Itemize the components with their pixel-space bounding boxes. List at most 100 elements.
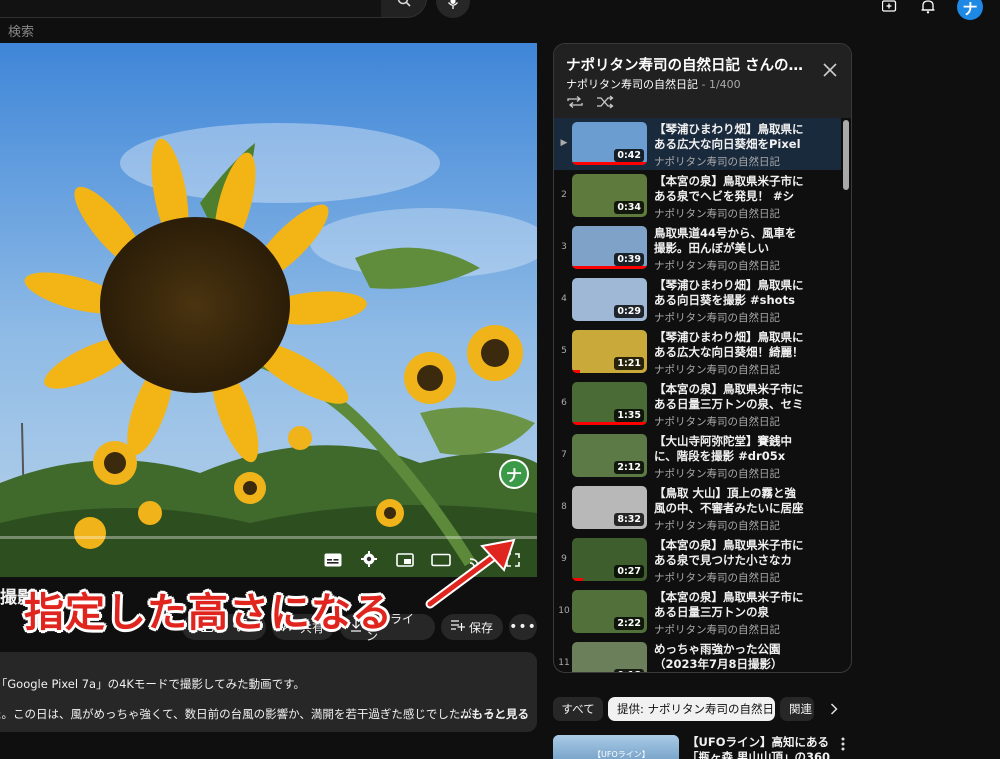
playlist-item-thumbnail[interactable]: 0:18 — [572, 642, 647, 672]
playlist-item-title: 【大山寺阿弥陀堂】賽銭中に、階段を撮影 #dr05x — [654, 434, 792, 463]
playlist-item-title: めっちゃ雨強かった公園（2023年7月8日撮影） #4k — [654, 642, 783, 671]
playlist-item-index: 8 — [561, 502, 567, 512]
playlist-item-thumbnail[interactable]: 0:27 — [572, 538, 647, 581]
playlist-item-channel: ナポリタン寿司の自然日記 — [654, 572, 780, 584]
miniplayer-button[interactable] — [395, 551, 415, 571]
playlist-item[interactable]: ▶ 0:42 【琴浦ひまわり畑】鳥取県にある広大な向日葵畑をPixel 7a… ナポリ… — [554, 118, 841, 170]
duration-badge: 8:32 — [614, 513, 644, 526]
chevron-right-icon — [830, 700, 838, 719]
show-more-link[interactable]: …もっと見る — [460, 706, 529, 722]
playlist-item-channel: ナポリタン寿司の自然日記 — [654, 468, 780, 480]
playlist-item-index: 2 — [561, 190, 567, 200]
playlist-item[interactable]: 9 0:27 【本宮の泉】鳥取県米子市にある泉で見つけた小さなカニ！ ナポリタン寿司の… — [554, 534, 841, 586]
create-button[interactable] — [880, 0, 900, 16]
playlist-item-thumbnail[interactable]: 1:35 — [572, 382, 647, 425]
playlist-item-index: 5 — [561, 346, 567, 356]
playlist-item-index: 4 — [561, 294, 567, 304]
bell-icon — [921, 0, 935, 18]
duration-badge: 2:22 — [614, 617, 644, 630]
watched-progress-bar — [572, 162, 647, 165]
playlist-item-thumbnail[interactable]: 2:12 — [572, 434, 647, 477]
voice-search-button[interactable] — [436, 0, 470, 18]
video-player[interactable] — [0, 43, 537, 577]
video-frame-sunflowers — [0, 43, 537, 577]
channel-watermark-letter: ナ — [505, 466, 522, 485]
duration-badge: 0:27 — [614, 565, 644, 578]
subtitles-button[interactable] — [323, 551, 343, 571]
playlist-item-title: 【本宮の泉】鳥取県米子市にある泉で見つけた小さなカニ！ — [654, 538, 804, 567]
close-icon — [822, 63, 838, 82]
close-playlist-button[interactable] — [822, 62, 840, 80]
playlist-item-thumbnail[interactable]: 0:29 — [572, 278, 647, 321]
playlist-item[interactable]: 5 1:21 【琴浦ひまわり畑】鳥取県にある広大な向日葵畑！綺麗！ ナポリタン寿司の自… — [554, 326, 841, 378]
save-label: 保存 — [469, 620, 494, 635]
playlist-item[interactable]: 10 2:22 【本宮の泉】鳥取県米子市にある日量三万トンの泉 ナポリタン寿司の自然日… — [554, 586, 841, 638]
search-button[interactable] — [381, 0, 427, 18]
description-line-1: 「Google Pixel 7a」の4Kモードで撮影してみた動画です。 — [0, 677, 305, 691]
playlist-item-thumbnail[interactable]: 1:21 — [572, 330, 647, 373]
chips-next-button[interactable] — [826, 700, 842, 718]
duration-badge: 1:21 — [614, 357, 644, 370]
playlist-item-index: 10 — [558, 606, 570, 616]
playlist-item-thumbnail[interactable]: 2:22 — [572, 590, 647, 633]
notifications-button[interactable] — [918, 0, 938, 16]
more-actions-button[interactable]: ••• — [509, 614, 537, 640]
playlist-item-thumbnail[interactable]: 0:42 — [572, 122, 647, 165]
search-placeholder: 検索 — [8, 25, 35, 40]
playlist-item-index: 3 — [561, 242, 567, 252]
playlist-item-title: 【鳥取 大山】頂上の霧と強風の中、不審者みたいに居座っ… — [654, 486, 804, 515]
shuffle-icon — [596, 94, 614, 113]
loop-playlist-button[interactable] — [566, 94, 584, 110]
recommended-title[interactable]: 【UFOライン】高知にある「瓶ヶ森 男山山頂」の360度写真… — [687, 735, 832, 759]
annotation-label: 指定した高さになる — [24, 590, 393, 636]
playlist-item-index: 11 — [558, 658, 570, 668]
channel-watermark[interactable]: ナ — [499, 459, 529, 489]
playlist-scrollbar[interactable] — [843, 120, 849, 190]
playlist-title[interactable]: ナポリタン寿司の自然日記 さんの… — [566, 54, 816, 75]
chip-related[interactable]: 関連 — [780, 697, 814, 721]
playlist-item-thumbnail[interactable]: 8:32 — [572, 486, 647, 529]
playlist-item-title: 【琴浦ひまわり畑】鳥取県にある広大な向日葵畑をPixel 7a… — [654, 122, 804, 151]
duration-badge: 0:18 — [614, 669, 644, 672]
miniplayer-icon — [396, 552, 414, 571]
playlist-item[interactable]: 8 8:32 【鳥取 大山】頂上の霧と強風の中、不審者みたいに居座っ… ナポリタン寿司… — [554, 482, 841, 534]
playlist-item[interactable]: 3 0:39 鳥取県道44号から、風車を撮影。田んぼが美しいナポリタン寿司の自然日記 — [554, 222, 841, 274]
playlist-item[interactable]: 2 0:34 【本宮の泉】鳥取県米子市にある泉でヘビを発見！ #ショートナポリタン寿… — [554, 170, 841, 222]
description-box[interactable]: 「Google Pixel 7a」の4Kモードで撮影してみた動画です。 た。この… — [0, 652, 537, 732]
save-button[interactable]: 保存 — [441, 614, 503, 640]
recommended-more-button[interactable] — [838, 736, 848, 752]
playlist-item-channel: ナポリタン寿司の自然日記 — [654, 156, 780, 168]
gear-icon — [361, 551, 377, 571]
playlist-item-title: 鳥取県道44号から、風車を撮影。田んぼが美しい — [654, 226, 797, 255]
playlist-item-index: 7 — [561, 450, 567, 460]
playlist-item-thumbnail[interactable]: 0:39 — [572, 226, 647, 269]
playlist-item[interactable]: 6 1:35 【本宮の泉】鳥取県米子市にある日量三万トンの泉、セミの… ナポリタン寿司… — [554, 378, 841, 430]
playlist-item-title: 【琴浦ひまわり畑】鳥取県にある広大な向日葵畑！綺麗！ — [654, 330, 804, 359]
recommended-thumbnail[interactable]: 【UFOライン】 — [553, 735, 679, 759]
playlist-item-index: 6 — [561, 398, 567, 408]
playlist-item-title: 【本宮の泉】鳥取県米子市にある泉でヘビを発見！ #ショート — [654, 174, 804, 203]
avatar[interactable]: ナ — [957, 0, 983, 20]
watched-progress-bar — [572, 578, 584, 581]
playlist-item[interactable]: 7 2:12 【大山寺阿弥陀堂】賽銭中に、階段を撮影 #dr05x ナポリタン寿司の自… — [554, 430, 841, 482]
chip-from-channel[interactable]: 提供: ナポリタン寿司の自然日… — [608, 697, 775, 721]
search-input[interactable] — [0, 0, 382, 18]
playlist-item-thumbnail[interactable]: 0:34 — [572, 174, 647, 217]
playlist-add-icon — [451, 620, 465, 634]
shuffle-playlist-button[interactable] — [596, 94, 614, 110]
more-horizontal-icon: ••• — [509, 619, 537, 635]
duration-badge: 0:29 — [614, 305, 644, 318]
settings-button[interactable] — [359, 551, 379, 571]
create-video-icon — [881, 0, 898, 18]
playlist-separator: - — [701, 78, 709, 91]
chip-all[interactable]: すべて — [553, 697, 603, 721]
watched-progress-bar — [572, 422, 647, 425]
playlist-item-channel: ナポリタン寿司の自然日記 — [654, 260, 780, 272]
recommended-thumbnail-label: 【UFOライン】 — [593, 750, 650, 759]
playlist-channel[interactable]: ナポリタン寿司の自然日記 — [566, 78, 698, 91]
watched-progress-bar — [572, 370, 580, 373]
playlist-item[interactable]: 110:18めっちゃ雨強かった公園（2023年7月8日撮影） #4kナポリタン寿… — [554, 638, 841, 672]
now-playing-indicator: ▶ — [560, 138, 568, 148]
playlist-item[interactable]: 4 0:29 【琴浦ひまわり畑】鳥取県にある向日葵を撮影 #shots ナポリタン寿司… — [554, 274, 841, 326]
playlist-item-title: 【琴浦ひまわり畑】鳥取県にある向日葵を撮影 #shots — [654, 278, 804, 307]
